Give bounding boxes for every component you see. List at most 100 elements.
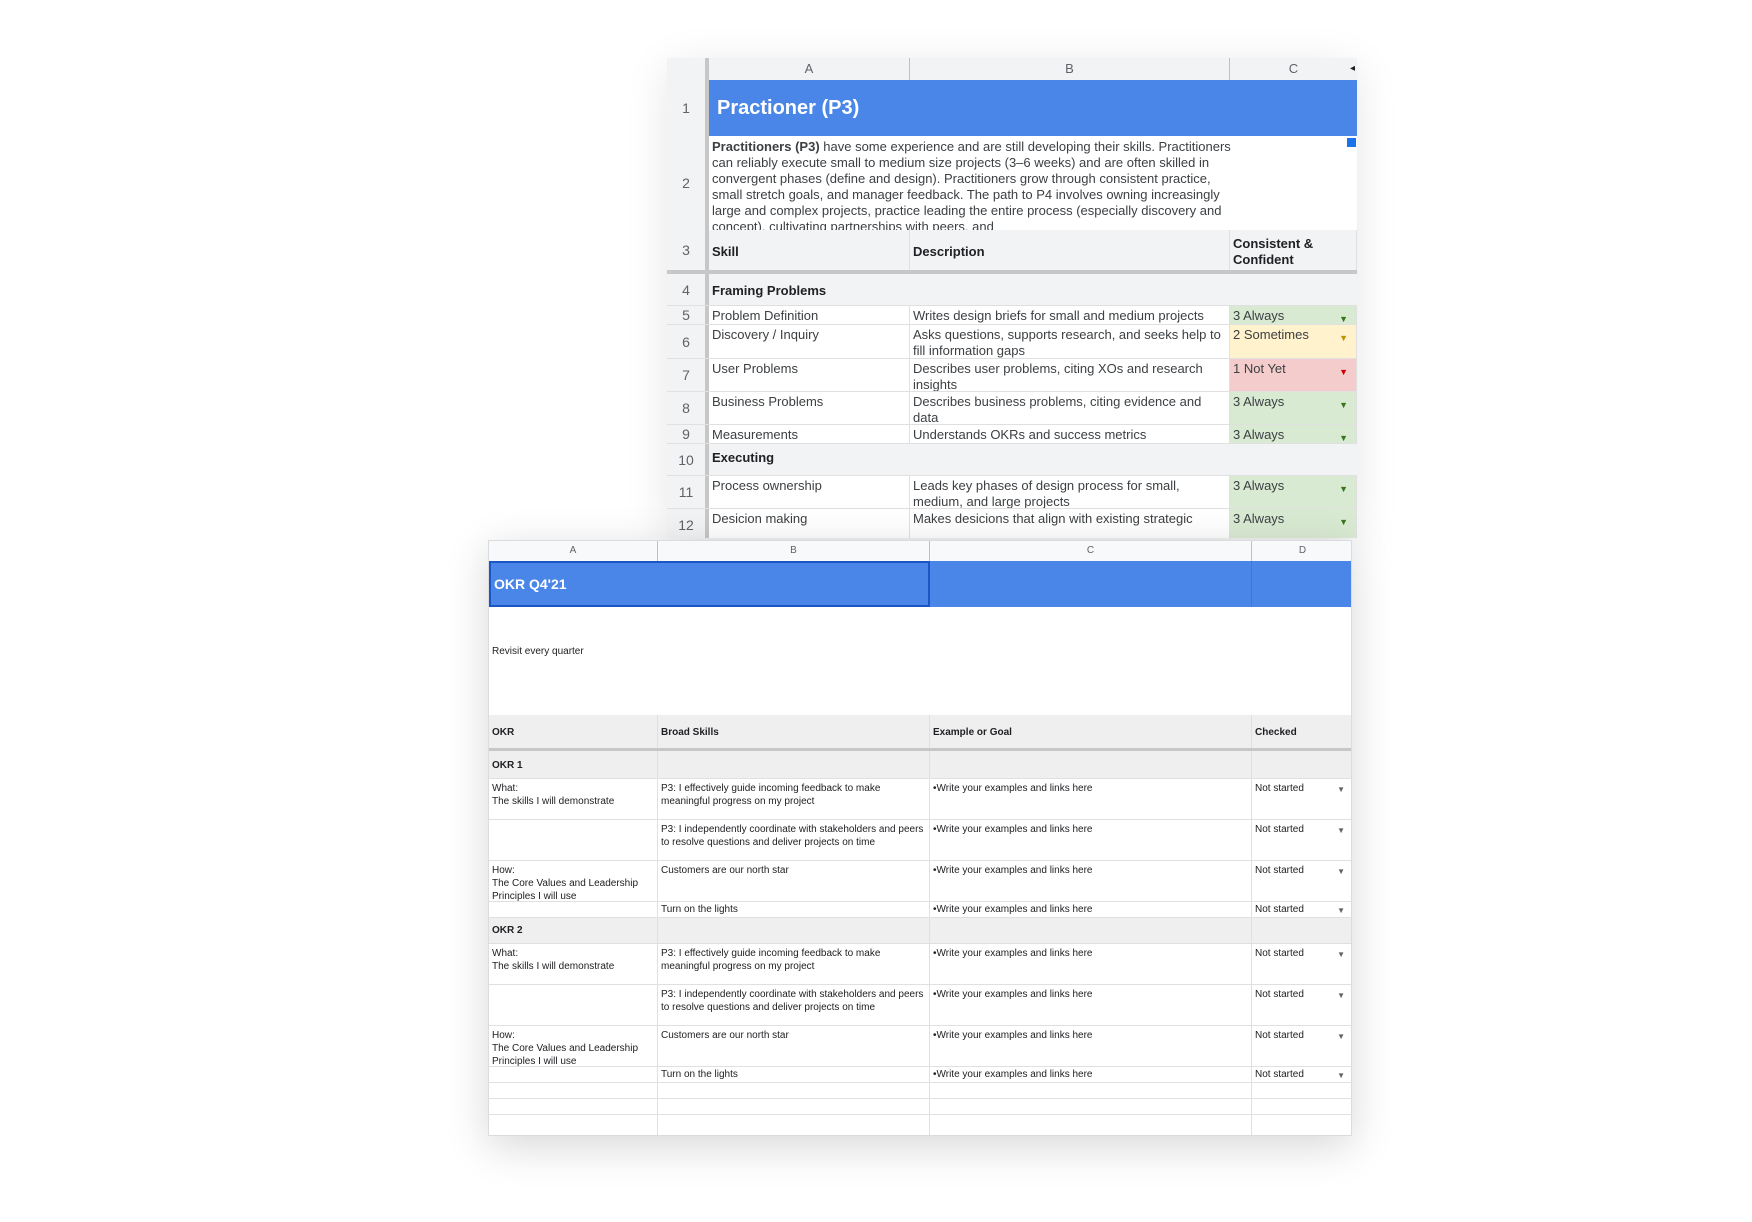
broad-skill-cell[interactable]: Turn on the lights [658, 1067, 930, 1082]
header-broad-skills[interactable]: Broad Skills [658, 715, 930, 748]
skill-cell[interactable]: Business Problems [709, 392, 910, 424]
rating-dropdown[interactable]: 3 Always ▼ [1230, 306, 1357, 324]
dropdown-arrow-icon[interactable]: ▼ [1337, 783, 1345, 796]
row-number[interactable]: 4 [667, 274, 709, 305]
checked-dropdown[interactable]: Not started ▼ [1252, 779, 1351, 819]
description-cell[interactable]: Leads key phases of design process for s… [910, 476, 1230, 508]
rating-dropdown[interactable]: 1 Not Yet ▼ [1230, 359, 1357, 391]
broad-skill-cell[interactable]: P3: I independently coordinate with stak… [658, 985, 930, 1025]
okr-type-cell[interactable] [489, 902, 658, 917]
example-cell[interactable]: •Write your examples and links here [930, 861, 1252, 901]
okr-subtitle[interactable]: Revisit every quarter [489, 607, 1351, 715]
checked-dropdown[interactable]: Not started ▼ [1252, 902, 1351, 917]
column-header-a[interactable]: A [489, 541, 658, 561]
title-fill-cell[interactable] [1252, 561, 1351, 607]
checked-dropdown[interactable]: Not started ▼ [1252, 985, 1351, 1025]
checked-dropdown[interactable]: Not started ▼ [1252, 1067, 1351, 1082]
skill-cell[interactable]: User Problems [709, 359, 910, 391]
description-cell[interactable]: Describes user problems, citing XOs and … [910, 359, 1230, 391]
row-number[interactable]: 11 [667, 476, 709, 508]
okr-type-cell[interactable]: How: The Core Values and Leadership Prin… [489, 1026, 658, 1066]
row-number[interactable]: 9 [667, 425, 709, 443]
example-cell[interactable]: •Write your examples and links here [930, 944, 1252, 984]
checked-dropdown[interactable]: Not started ▼ [1252, 820, 1351, 860]
empty-cell[interactable] [658, 918, 930, 943]
column-header-c[interactable]: C [930, 541, 1252, 561]
example-cell[interactable]: •Write your examples and links here [930, 779, 1252, 819]
broad-skill-cell[interactable]: P3: I independently coordinate with stak… [658, 820, 930, 860]
header-okr[interactable]: OKR [489, 715, 658, 748]
row-number[interactable]: 6 [667, 325, 709, 358]
dropdown-arrow-icon[interactable]: ▼ [1339, 364, 1348, 380]
header-rating[interactable]: Consistent & Confident [1230, 230, 1357, 270]
dropdown-arrow-icon[interactable]: ▼ [1339, 430, 1348, 443]
okr-group-label[interactable]: OKR 1 [489, 751, 658, 778]
skill-cell[interactable]: Discovery / Inquiry [709, 325, 910, 358]
okr-type-cell[interactable]: What: The skills I will demonstrate [489, 779, 658, 819]
column-header-b[interactable]: B [910, 58, 1230, 80]
empty-cell[interactable] [658, 751, 930, 778]
dropdown-arrow-icon[interactable]: ▼ [1337, 989, 1345, 1002]
row-number[interactable]: 3 [667, 230, 709, 270]
row-number[interactable]: 1 [667, 80, 709, 136]
empty-cell[interactable] [1252, 1115, 1351, 1135]
header-description[interactable]: Description [910, 230, 1230, 270]
dropdown-arrow-icon[interactable]: ▼ [1339, 481, 1348, 497]
column-header-c[interactable]: C ◂ [1230, 58, 1357, 80]
broad-skill-cell[interactable]: P3: I effectively guide incoming feedbac… [658, 779, 930, 819]
description-cell[interactable]: Asks questions, supports research, and s… [910, 325, 1230, 358]
okr-type-cell[interactable]: What: The skills I will demonstrate [489, 944, 658, 984]
checked-dropdown[interactable]: Not started ▼ [1252, 861, 1351, 901]
rating-dropdown[interactable]: 3 Always ▼ [1230, 476, 1357, 508]
dropdown-arrow-icon[interactable]: ▼ [1337, 824, 1345, 837]
dropdown-arrow-icon[interactable]: ▼ [1337, 865, 1345, 878]
broad-skill-cell[interactable]: Customers are our north star [658, 1026, 930, 1066]
row-number[interactable]: 7 [667, 359, 709, 391]
column-header-b[interactable]: B [658, 541, 930, 561]
column-header-a[interactable]: A [709, 58, 910, 80]
broad-skill-cell[interactable]: Customers are our north star [658, 861, 930, 901]
rating-dropdown[interactable]: 3 Always ▼ [1230, 509, 1357, 538]
empty-cell[interactable] [658, 1099, 930, 1114]
row-number[interactable]: 5 [667, 306, 709, 324]
row-number[interactable]: 10 [667, 444, 709, 475]
empty-cell[interactable] [658, 1115, 930, 1135]
broad-skill-cell[interactable]: P3: I effectively guide incoming feedbac… [658, 944, 930, 984]
section-label[interactable]: Executing [709, 444, 1357, 475]
okr-type-cell[interactable]: How: The Core Values and Leadership Prin… [489, 861, 658, 901]
example-cell[interactable]: •Write your examples and links here [930, 1067, 1252, 1082]
example-cell[interactable]: •Write your examples and links here [930, 985, 1252, 1025]
row-number[interactable]: 12 [667, 509, 709, 538]
rating-dropdown[interactable]: 3 Always ▼ [1230, 392, 1357, 424]
row-number[interactable]: 8 [667, 392, 709, 424]
okr-sheet-title[interactable]: OKR Q4'21 [489, 561, 930, 607]
okr-group-label[interactable]: OKR 2 [489, 918, 658, 943]
example-cell[interactable]: •Write your examples and links here [930, 902, 1252, 917]
empty-cell[interactable] [658, 1083, 930, 1098]
okr-type-cell[interactable] [489, 820, 658, 860]
checked-dropdown[interactable]: Not started ▼ [1252, 944, 1351, 984]
description-cell[interactable]: Understands OKRs and success metrics [910, 425, 1230, 443]
description-cell[interactable]: Writes design briefs for small and mediu… [910, 306, 1230, 324]
dropdown-arrow-icon[interactable]: ▼ [1339, 330, 1348, 346]
section-label[interactable]: Framing Problems [709, 274, 1357, 305]
skill-cell[interactable]: Process ownership [709, 476, 910, 508]
skill-cell[interactable]: Problem Definition [709, 306, 910, 324]
example-cell[interactable]: •Write your examples and links here [930, 1026, 1252, 1066]
select-all-corner[interactable] [667, 58, 709, 80]
rating-dropdown[interactable]: 2 Sometimes ▼ [1230, 325, 1357, 358]
sheet-title[interactable]: Practioner (P3) [709, 80, 1357, 136]
skill-cell[interactable]: Desicion making [709, 509, 910, 538]
dropdown-arrow-icon[interactable]: ▼ [1339, 311, 1348, 324]
dropdown-arrow-icon[interactable]: ▼ [1339, 397, 1348, 413]
empty-cell[interactable] [930, 751, 1252, 778]
dropdown-arrow-icon[interactable]: ▼ [1337, 948, 1345, 961]
checked-dropdown[interactable]: Not started ▼ [1252, 1026, 1351, 1066]
row-number[interactable]: 2 [667, 136, 709, 230]
empty-cell[interactable] [489, 1115, 658, 1135]
header-example-goal[interactable]: Example or Goal [930, 715, 1252, 748]
skill-cell[interactable]: Measurements [709, 425, 910, 443]
dropdown-arrow-icon[interactable]: ▼ [1337, 1030, 1345, 1043]
intro-cell[interactable]: Practitioners (P3) have some experience … [709, 136, 1239, 230]
empty-cell[interactable] [1252, 1083, 1351, 1098]
